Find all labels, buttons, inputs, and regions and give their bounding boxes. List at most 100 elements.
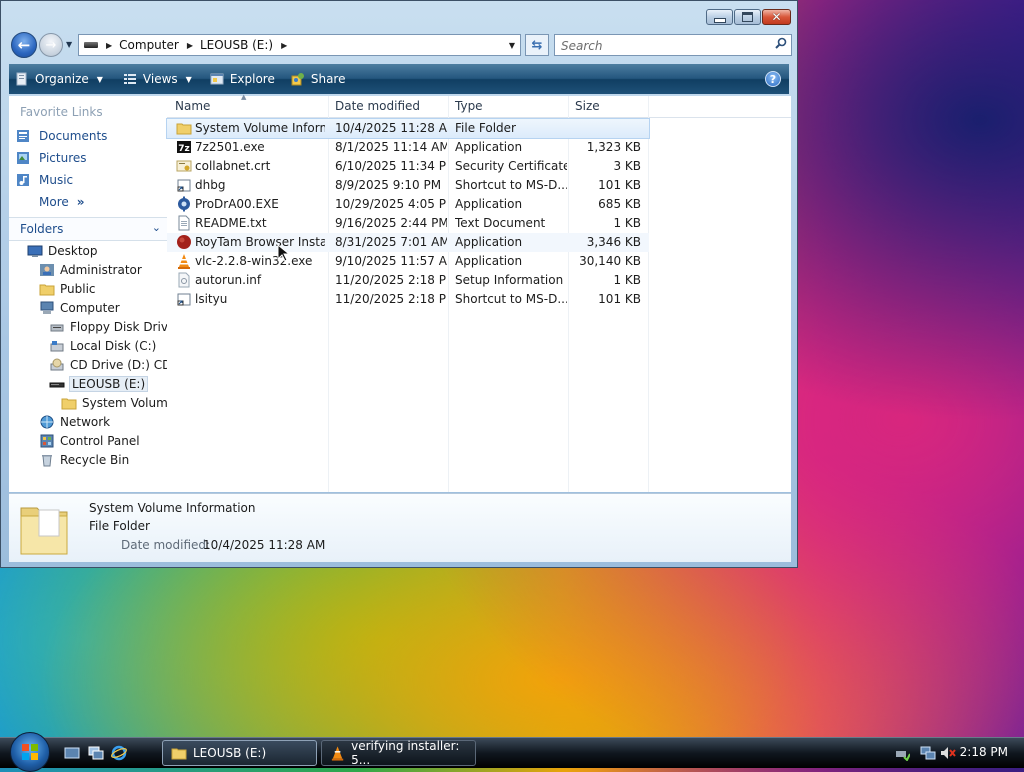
chevron-right-icon[interactable]: ▶: [106, 41, 112, 50]
switch-windows-icon[interactable]: [88, 745, 104, 761]
favorite-label: Pictures: [39, 151, 87, 165]
tree-local-disk[interactable]: Local Disk (C:): [49, 336, 156, 355]
tree-desktop[interactable]: Desktop: [27, 241, 98, 260]
views-button[interactable]: Views ▼: [117, 64, 198, 94]
file-type: Shortcut to MS-D...: [455, 178, 567, 192]
internet-explorer-icon[interactable]: [111, 745, 127, 761]
minimize-button[interactable]: [706, 9, 733, 25]
details-type: File Folder: [89, 519, 150, 533]
cd-drive-icon: [50, 358, 64, 370]
volume-muted-icon[interactable]: [940, 745, 956, 761]
maximize-button[interactable]: [734, 9, 761, 25]
chevron-right-icon[interactable]: ▶: [281, 41, 287, 50]
safely-remove-hardware-icon[interactable]: [894, 745, 910, 761]
file-size: 101 KB: [598, 178, 641, 192]
file-row[interactable]: autorun.inf 11/20/2025 2:18 PM Setup Inf…: [167, 271, 649, 290]
address-bar[interactable]: ▶ Computer ▶ LEOUSB (E:) ▶ ▼: [78, 34, 521, 56]
help-button[interactable]: ?: [765, 71, 781, 87]
svg-text:7z: 7z: [178, 144, 190, 154]
column-size[interactable]: Size: [575, 99, 600, 113]
hard-disk-icon: [50, 340, 64, 351]
tree-public[interactable]: Public: [39, 279, 96, 298]
search-icon[interactable]: [775, 37, 787, 49]
taskbar-vlc-installer[interactable]: verifying installer: 5...: [321, 739, 476, 767]
tree-administrator[interactable]: Administrator: [39, 260, 142, 279]
tree-computer[interactable]: Computer: [39, 298, 120, 317]
favorite-pictures[interactable]: Pictures: [15, 148, 87, 168]
favorite-music[interactable]: Music: [15, 170, 73, 190]
favorite-links-header: Favorite Links: [20, 105, 103, 119]
taskbar-label: LEOUSB (E:): [193, 746, 267, 760]
browser-ball-icon: [177, 235, 191, 249]
tree-label: Control Panel: [60, 433, 140, 448]
share-button[interactable]: Share: [285, 64, 352, 94]
tree-leousb[interactable]: LEOUSB (E:): [49, 374, 149, 393]
chevron-right-icon[interactable]: ▶: [187, 41, 193, 50]
search-input[interactable]: [559, 36, 768, 56]
tree-control-panel[interactable]: Control Panel: [39, 431, 140, 450]
breadcrumb-computer[interactable]: Computer: [119, 38, 179, 52]
tree-cd-drive[interactable]: CD Drive (D:) CDR: [49, 355, 167, 374]
file-row[interactable]: ProDrA00.EXE 10/29/2025 4:05 PM Applicat…: [167, 195, 649, 214]
breadcrumb-leousb[interactable]: LEOUSB (E:): [200, 38, 273, 52]
column-date-modified[interactable]: Date modified: [335, 99, 420, 113]
organize-icon: [16, 72, 27, 86]
shortcut-icon: [177, 293, 191, 306]
favorite-documents[interactable]: Documents: [15, 126, 107, 146]
tree-network[interactable]: Network: [39, 412, 110, 431]
music-icon: [17, 174, 29, 186]
tree-recycle-bin[interactable]: Recycle Bin: [39, 450, 129, 469]
user-folder-icon: [40, 263, 54, 276]
file-type: File Folder: [455, 121, 516, 135]
system-tray: 2:18 PM: [892, 738, 1024, 768]
file-row[interactable]: vlc-2.2.8-win32.exe 9/10/2025 11:57 AM A…: [167, 252, 649, 271]
file-row[interactable]: collabnet.crt 6/10/2025 11:34 PM Securit…: [167, 157, 649, 176]
back-button[interactable]: ←: [11, 32, 37, 58]
views-icon: [123, 74, 136, 84]
show-desktop-icon[interactable]: [64, 745, 80, 761]
file-row[interactable]: README.txt 9/16/2025 2:44 PM Text Docume…: [167, 214, 649, 233]
file-row[interactable]: lsityu 11/20/2025 2:18 PM Shortcut to MS…: [167, 290, 649, 309]
shortcut-icon: [177, 179, 191, 192]
folder-icon: [20, 507, 68, 555]
file-row[interactable]: RoyTam Browser Instal... 8/31/2025 7:01 …: [167, 233, 649, 252]
organize-button[interactable]: Organize ▼: [9, 64, 109, 94]
more-link[interactable]: More »: [39, 195, 85, 209]
explore-button[interactable]: Explore: [204, 64, 281, 94]
taskbar-label: verifying installer: 5...: [351, 739, 460, 767]
refresh-button[interactable]: ⇆: [525, 34, 549, 56]
file-size: 3 KB: [613, 159, 641, 173]
search-box: [554, 34, 792, 56]
computer-icon: [40, 301, 54, 314]
tree-floppy[interactable]: Floppy Disk Drive: [49, 317, 168, 336]
clock[interactable]: 2:18 PM: [960, 745, 1008, 759]
file-date: 11/20/2025 2:18 PM: [335, 292, 447, 306]
network-status-icon[interactable]: [920, 745, 936, 761]
tree-label: Computer: [60, 300, 120, 315]
column-name[interactable]: Name: [175, 99, 210, 113]
file-size: 30,140 KB: [579, 254, 641, 268]
column-type[interactable]: Type: [455, 99, 483, 113]
file-row[interactable]: dhbg 8/9/2025 9:10 PM Shortcut to MS-D..…: [167, 176, 649, 195]
caret-down-icon: ▼: [185, 74, 192, 84]
file-row[interactable]: 7z 7z2501.exe 8/1/2025 11:14 AM Applicat…: [167, 138, 649, 157]
tree-label: Floppy Disk Drive: [70, 319, 168, 334]
recent-pages-dropdown[interactable]: ▼: [66, 40, 72, 49]
file-type: Application: [455, 235, 523, 249]
file-row[interactable]: System Volume Inform... 10/4/2025 11:28 …: [166, 118, 650, 139]
tree-label: Recycle Bin: [60, 452, 130, 467]
inf-file-icon: [178, 272, 190, 288]
forward-button[interactable]: →: [39, 33, 63, 57]
file-date: 11/20/2025 2:18 PM: [335, 273, 447, 287]
details-name: System Volume Information: [89, 501, 256, 515]
folders-bar[interactable]: Folders ⌄: [9, 217, 167, 241]
tree-label: Network: [60, 414, 111, 429]
start-button[interactable]: [10, 732, 50, 772]
tree-system-volume[interactable]: System Volume: [61, 393, 167, 412]
organize-label: Organize: [35, 72, 89, 86]
chevron-down-icon[interactable]: ⌄: [152, 221, 161, 234]
address-dropdown[interactable]: ▼: [504, 41, 520, 50]
close-button[interactable]: ✕: [762, 9, 791, 25]
taskbar-explorer[interactable]: LEOUSB (E:): [162, 740, 317, 766]
file-type: Application: [455, 254, 523, 268]
